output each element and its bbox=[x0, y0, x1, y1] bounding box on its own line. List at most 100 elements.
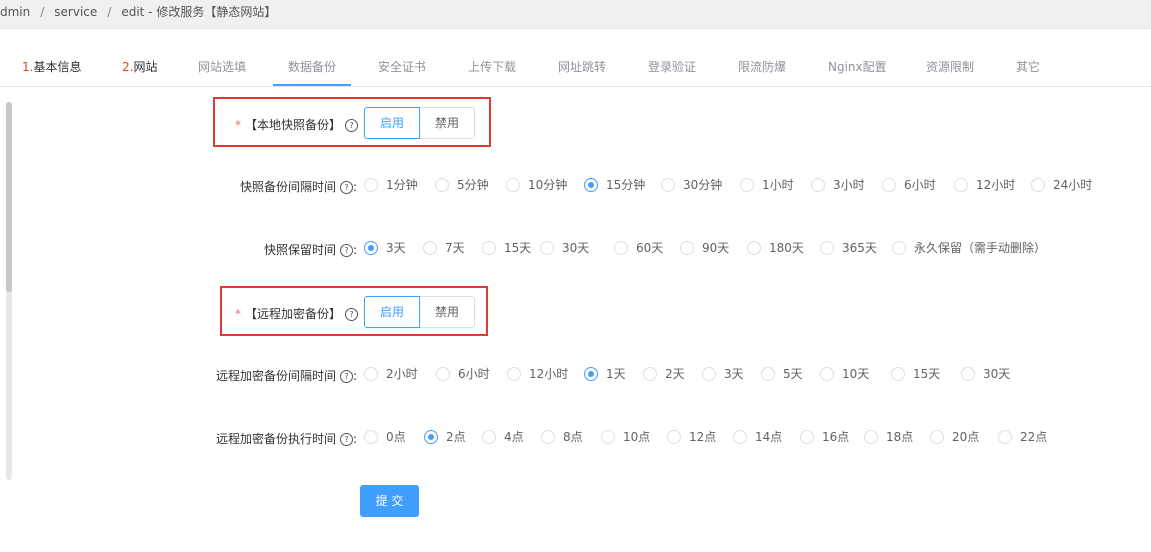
radio-circle[interactable] bbox=[864, 430, 878, 444]
remote-enable-button[interactable]: 启用 bbox=[364, 296, 420, 328]
help-icon[interactable]: ? bbox=[340, 433, 354, 446]
tab-url-redirect[interactable]: 网址跳转 bbox=[558, 50, 606, 86]
snapshot-interval-label: 快照备份间隔时间?: bbox=[240, 180, 358, 194]
radio-label: 24小时 bbox=[1053, 178, 1093, 192]
radio-label: 2点 bbox=[446, 430, 466, 444]
radio-circle[interactable] bbox=[733, 430, 747, 444]
radio-label: 18点 bbox=[886, 430, 914, 444]
submit-button[interactable]: 提 交 bbox=[360, 485, 419, 517]
radio-circle[interactable] bbox=[482, 430, 496, 444]
tab-upload-download[interactable]: 上传下载 bbox=[468, 50, 516, 86]
radio-circle[interactable] bbox=[364, 367, 378, 381]
radio-label: 6小时 bbox=[458, 367, 490, 381]
tab-website-optional[interactable]: 网站选填 bbox=[198, 50, 246, 86]
radio-circle[interactable] bbox=[507, 367, 521, 381]
tab-basic-info[interactable]: 1.基本信息 bbox=[22, 50, 81, 86]
radio-circle[interactable] bbox=[800, 430, 814, 444]
radio-circle[interactable] bbox=[584, 178, 598, 192]
remote-disable-button[interactable]: 禁用 bbox=[420, 296, 475, 328]
radio-label: 3天 bbox=[386, 241, 406, 255]
local-disable-button[interactable]: 禁用 bbox=[420, 107, 475, 139]
radio-circle[interactable] bbox=[882, 178, 896, 192]
tab-nginx-config[interactable]: Nginx配置 bbox=[828, 50, 887, 86]
local-backup-toggle: 启用 禁用 bbox=[364, 107, 475, 139]
radio-circle[interactable] bbox=[643, 367, 657, 381]
radio-circle[interactable] bbox=[820, 367, 834, 381]
radio-circle[interactable] bbox=[820, 241, 834, 255]
radio-label: 365天 bbox=[842, 241, 877, 255]
radio-circle[interactable] bbox=[891, 367, 905, 381]
help-icon[interactable]: ? bbox=[340, 181, 354, 194]
help-icon[interactable]: ? bbox=[340, 244, 354, 257]
radio-label: 1天 bbox=[606, 367, 626, 381]
radio-label: 180天 bbox=[769, 241, 804, 255]
radio-circle[interactable] bbox=[540, 241, 554, 255]
radio-label: 15天 bbox=[913, 367, 941, 381]
scrollbar-thumb[interactable] bbox=[6, 102, 12, 292]
radio-circle[interactable] bbox=[423, 241, 437, 255]
radio-label: 永久保留（需手动删除） bbox=[914, 241, 1047, 255]
radio-label: 14点 bbox=[755, 430, 783, 444]
radio-circle[interactable] bbox=[702, 367, 716, 381]
tab-rate-limit[interactable]: 限流防爆 bbox=[738, 50, 786, 86]
radio-circle[interactable] bbox=[1031, 178, 1045, 192]
radio-label: 2小时 bbox=[386, 367, 418, 381]
remote-backup-toggle: 启用 禁用 bbox=[364, 296, 475, 328]
radio-circle[interactable] bbox=[364, 178, 378, 192]
tab-other[interactable]: 其它 bbox=[1016, 50, 1040, 86]
breadcrumb-item-service[interactable]: service bbox=[54, 5, 97, 19]
top-bar: dmin / service / edit - 修改服务【静态网站】 bbox=[0, 0, 1151, 29]
radio-circle[interactable] bbox=[747, 241, 761, 255]
radio-label: 10分钟 bbox=[528, 178, 568, 192]
radio-label: 0点 bbox=[386, 430, 406, 444]
remote-interval-label: 远程加密备份间隔时间?: bbox=[216, 369, 358, 383]
help-icon[interactable]: ? bbox=[345, 308, 359, 321]
radio-label: 2天 bbox=[665, 367, 685, 381]
radio-circle[interactable] bbox=[601, 430, 615, 444]
radio-label: 30分钟 bbox=[683, 178, 723, 192]
radio-label: 20点 bbox=[952, 430, 980, 444]
radio-label: 3小时 bbox=[833, 178, 865, 192]
radio-circle[interactable] bbox=[680, 241, 694, 255]
radio-label: 22点 bbox=[1020, 430, 1048, 444]
radio-circle[interactable] bbox=[506, 178, 520, 192]
radio-label: 12点 bbox=[689, 430, 717, 444]
radio-label: 4点 bbox=[504, 430, 524, 444]
radio-circle[interactable] bbox=[667, 430, 681, 444]
radio-circle[interactable] bbox=[424, 430, 438, 444]
radio-circle[interactable] bbox=[584, 367, 598, 381]
radio-circle[interactable] bbox=[998, 430, 1012, 444]
radio-label: 10天 bbox=[842, 367, 870, 381]
radio-circle[interactable] bbox=[954, 178, 968, 192]
radio-circle[interactable] bbox=[892, 241, 906, 255]
radio-circle[interactable] bbox=[364, 430, 378, 444]
breadcrumb-item-admin[interactable]: dmin bbox=[0, 5, 30, 19]
help-icon[interactable]: ? bbox=[345, 119, 359, 132]
tab-login-auth[interactable]: 登录验证 bbox=[648, 50, 696, 86]
tab-data-backup[interactable]: 数据备份 bbox=[288, 50, 336, 86]
radio-circle[interactable] bbox=[761, 367, 775, 381]
radio-circle[interactable] bbox=[930, 430, 944, 444]
tab-ssl-cert[interactable]: 安全证书 bbox=[378, 50, 426, 86]
radio-circle[interactable] bbox=[482, 241, 496, 255]
radio-label: 15分钟 bbox=[606, 178, 646, 192]
local-enable-button[interactable]: 启用 bbox=[364, 107, 420, 139]
radio-circle[interactable] bbox=[661, 178, 675, 192]
remote-backup-label: * 【远程加密备份】? bbox=[235, 305, 359, 322]
radio-circle[interactable] bbox=[364, 241, 378, 255]
radio-circle[interactable] bbox=[435, 178, 449, 192]
radio-circle[interactable] bbox=[811, 178, 825, 192]
radio-label: 12小时 bbox=[529, 367, 569, 381]
radio-circle[interactable] bbox=[541, 430, 555, 444]
tab-website[interactable]: 2.网站 bbox=[122, 50, 157, 86]
radio-label: 1分钟 bbox=[386, 178, 418, 192]
help-icon[interactable]: ? bbox=[340, 370, 354, 383]
radio-circle[interactable] bbox=[614, 241, 628, 255]
radio-circle[interactable] bbox=[961, 367, 975, 381]
active-tab-indicator bbox=[273, 84, 351, 86]
tab-resource-limit[interactable]: 资源限制 bbox=[926, 50, 974, 86]
radio-circle[interactable] bbox=[436, 367, 450, 381]
tab-bar: 1.基本信息 2.网站 网站选填 数据备份 安全证书 上传下载 网址跳转 登录验… bbox=[0, 50, 1151, 87]
radio-circle[interactable] bbox=[740, 178, 754, 192]
breadcrumb-item-current: edit - 修改服务【静态网站】 bbox=[121, 5, 277, 19]
